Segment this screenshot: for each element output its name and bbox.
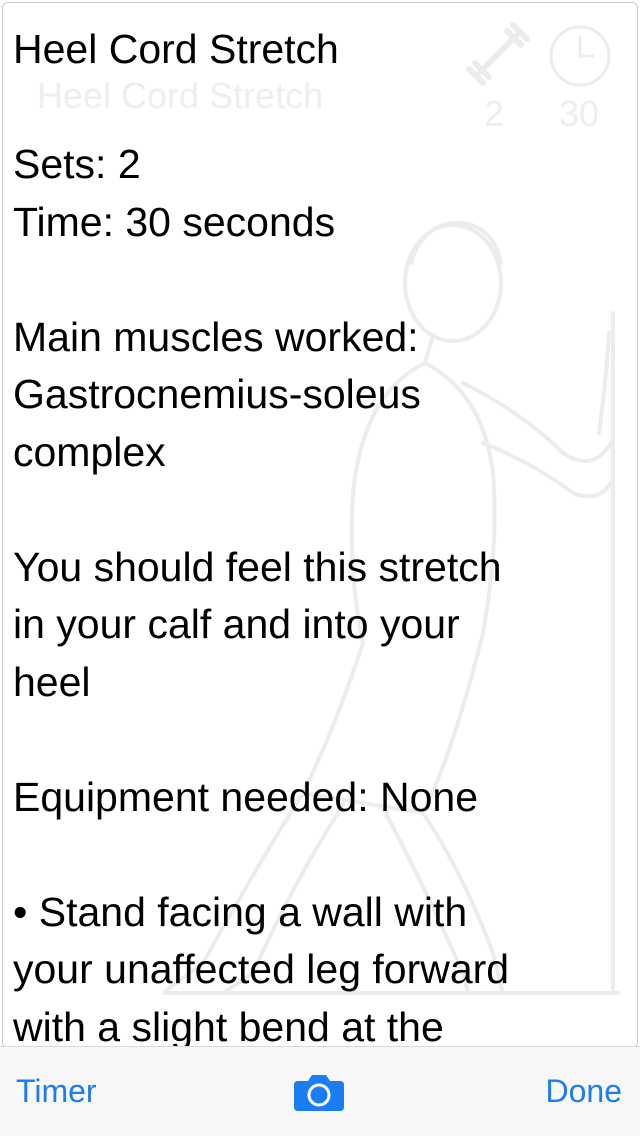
feel-line: heel [13,658,91,705]
feel-line: You should feel this stretch [13,543,502,590]
feel-line: in your calf and into your [13,601,460,647]
camera-button[interactable] [294,1073,344,1111]
muscles-line: Main muscles worked: [13,313,419,360]
sets-line: Sets: 2 [13,141,141,187]
instruction-line: your unaffected leg forward [13,946,510,992]
instruction-line: with a slight bend at the [13,1003,444,1048]
exercise-description: Heel Cord Stretch Sets: 2 Time: 30 secon… [13,21,633,1048]
muscles-line: complex [13,428,166,475]
muscles-line: Gastrocnemius-soleus [13,371,421,417]
exercise-content-panel[interactable]: Heel Cord Stretch 2 30 Heel Cord Stretch… [2,2,638,1048]
time-line: Time: 30 seconds [13,198,336,245]
timer-button[interactable]: Timer [16,1073,97,1110]
exercise-detail-screen: Heel Cord Stretch 2 30 Heel Cord Stretch… [0,0,640,1136]
exercise-title: Heel Cord Stretch [13,26,339,72]
camera-icon [294,1075,344,1111]
instruction-line: • Stand facing a wall with [13,888,468,935]
bottom-toolbar: Timer Done [0,1046,640,1136]
equipment-line: Equipment needed: None [13,773,479,820]
done-button[interactable]: Done [546,1073,623,1110]
